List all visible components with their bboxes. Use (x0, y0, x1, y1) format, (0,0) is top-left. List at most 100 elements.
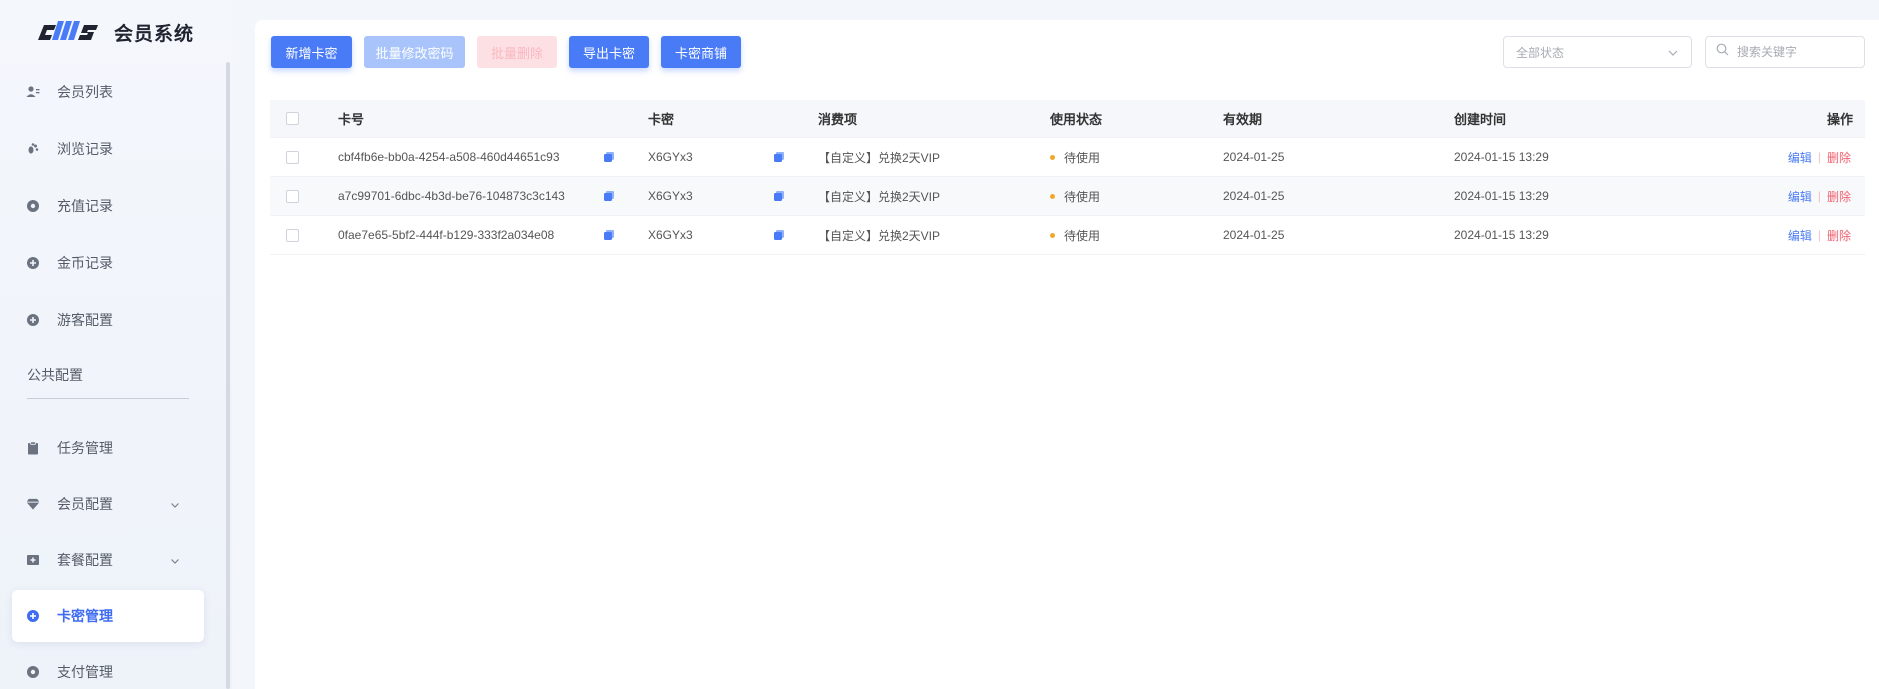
user-list-icon (26, 85, 40, 99)
column-header-expire[interactable]: 有效期 (1223, 100, 1262, 137)
copy-card-no-icon[interactable] (603, 177, 615, 215)
edit-link[interactable]: 编辑 (1788, 227, 1812, 244)
sidebar-item-coin-records[interactable]: 金币记录 (12, 237, 204, 289)
status-text: 待使用 (1064, 228, 1101, 243)
search-input[interactable] (1737, 45, 1857, 59)
copy-secret-icon[interactable] (773, 138, 785, 176)
sidebar-item-label: 金币记录 (57, 255, 113, 271)
status-dot (1050, 232, 1055, 238)
table-row[interactable]: a7c99701-6dbc-4b3d-be76-104873c3c143 X6GY… (270, 177, 1865, 216)
actions-cell: 编辑 | 删除 (1788, 177, 1851, 215)
diamond-icon (26, 497, 40, 511)
package-icon (26, 553, 40, 567)
search-icon (1716, 43, 1729, 61)
column-header-card-no[interactable]: 卡号 (338, 100, 364, 137)
cms-logo-icon (38, 21, 98, 40)
action-separator: | (1817, 189, 1821, 203)
sidebar-item-recharge-records[interactable]: 充值记录 (12, 180, 204, 232)
column-header-consume[interactable]: 消费项 (818, 100, 857, 137)
created-cell: 2024-01-15 13:29 (1454, 150, 1549, 164)
expire-cell: 2024-01-25 (1223, 150, 1285, 164)
copy-card-no-icon[interactable] (603, 138, 615, 176)
sidebar-item-card-management[interactable]: 卡密管理 (12, 590, 204, 642)
batch-delete-button[interactable]: 批量删除 (477, 36, 557, 68)
row-checkbox[interactable] (286, 150, 299, 164)
secret-cell: X6GYx3 (648, 189, 693, 203)
batch-edit-password-button[interactable]: 批量修改密码 (364, 36, 465, 68)
select-all-checkbox[interactable] (286, 112, 299, 125)
add-card-button[interactable]: 新增卡密 (271, 36, 352, 68)
status-select-value: 全部状态 (1516, 45, 1565, 60)
circle-dot-icon (26, 256, 40, 270)
delete-link[interactable]: 删除 (1827, 149, 1851, 166)
sidebar-item-label: 充值记录 (57, 198, 113, 214)
status-select[interactable]: 全部状态 (1503, 36, 1692, 68)
logo[interactable]: 会员系统 (34, 14, 194, 50)
sidebar-item-label: 游客配置 (57, 312, 113, 328)
actions-cell: 编辑 | 删除 (1788, 216, 1851, 254)
sidebar-item-label: 会员列表 (57, 84, 113, 100)
row-checkbox[interactable] (286, 189, 299, 203)
action-separator: | (1817, 228, 1821, 242)
sidebar-item-label: 套餐配置 (57, 552, 113, 568)
column-header-status[interactable]: 使用状态 (1050, 100, 1102, 137)
sidebar-item-member-config[interactable]: 会员配置 (12, 478, 204, 530)
expire-cell: 2024-01-25 (1223, 189, 1285, 203)
card-table: 卡号 卡密 消费项 使用状态 有效期 创建时间 操作 cbf4fb6e-bb0a… (270, 100, 1865, 255)
edit-link[interactable]: 编辑 (1788, 149, 1812, 166)
status-dot (1050, 154, 1055, 160)
section-divider (27, 398, 189, 399)
sidebar-item-guest-config[interactable]: 游客配置 (12, 294, 204, 346)
sidebar-item-package-config[interactable]: 套餐配置 (12, 534, 204, 586)
sidebar-item-task-management[interactable]: 任务管理 (12, 422, 204, 474)
sidebar-item-label: 会员配置 (57, 496, 113, 512)
card-no-cell: 0fae7e65-5bf2-444f-b129-333f2a034e08 (338, 228, 555, 242)
sidebar: 会员系统 会员列表 浏览记录 充值记录 金币记录 游客配置 公共配置 任务管理 … (0, 0, 232, 689)
copy-card-no-icon[interactable] (603, 216, 615, 254)
secret-cell: X6GYx3 (648, 150, 693, 164)
status-dot (1050, 193, 1055, 199)
sidebar-scrollbar[interactable] (226, 62, 230, 689)
sidebar-item-payment-management[interactable]: 支付管理 (12, 646, 204, 689)
status-cell: 待使用 (1050, 138, 1100, 176)
edit-link[interactable]: 编辑 (1788, 188, 1812, 205)
copy-secret-icon[interactable] (773, 177, 785, 215)
card-shop-button[interactable]: 卡密商铺 (661, 36, 741, 68)
column-header-secret[interactable]: 卡密 (648, 100, 674, 137)
delete-link[interactable]: 删除 (1827, 227, 1851, 244)
table-row[interactable]: 0fae7e65-5bf2-444f-b129-333f2a034e08 X6GY… (270, 216, 1865, 255)
column-header-actions: 操作 (1826, 112, 1853, 127)
sidebar-item-label: 卡密管理 (57, 608, 113, 624)
column-header-created[interactable]: 创建时间 (1454, 100, 1506, 137)
circle-dot-icon (26, 199, 40, 213)
circle-dot-icon (26, 313, 40, 327)
clipboard-icon (26, 441, 40, 455)
table-row[interactable]: cbf4fb6e-bb0a-4254-a508-460d44651c93 X6GY… (270, 138, 1865, 177)
row-checkbox[interactable] (286, 228, 299, 242)
circle-dot-icon (26, 665, 40, 679)
status-text: 待使用 (1064, 150, 1101, 165)
consume-cell: 【自定义】兑换2天VIP (818, 228, 941, 243)
sidebar-item-label: 任务管理 (57, 440, 113, 456)
delete-link[interactable]: 删除 (1827, 188, 1851, 205)
sidebar-item-label: 浏览记录 (57, 141, 113, 157)
export-card-button[interactable]: 导出卡密 (569, 36, 649, 68)
sidebar-item-member-list[interactable]: 会员列表 (12, 66, 204, 118)
actions-cell: 编辑 | 删除 (1788, 138, 1851, 176)
table-header-row: 卡号 卡密 消费项 使用状态 有效期 创建时间 操作 (270, 100, 1865, 138)
search-box[interactable] (1705, 36, 1865, 68)
copy-secret-icon[interactable] (773, 216, 785, 254)
status-cell: 待使用 (1050, 177, 1100, 215)
card-no-cell: a7c99701-6dbc-4b3d-be76-104873c3c143 (338, 189, 565, 203)
chevron-down-icon (1667, 47, 1679, 62)
chevron-down-icon[interactable] (170, 497, 180, 513)
consume-cell: 【自定义】兑换2天VIP (818, 189, 941, 204)
card-no-cell: cbf4fb6e-bb0a-4254-a508-460d44651c93 (338, 150, 560, 164)
chevron-down-icon[interactable] (170, 553, 180, 569)
app-title: 会员系统 (114, 23, 195, 45)
sidebar-item-browse-history[interactable]: 浏览记录 (12, 123, 204, 175)
status-cell: 待使用 (1050, 216, 1100, 254)
expire-cell: 2024-01-25 (1223, 228, 1285, 242)
created-cell: 2024-01-15 13:29 (1454, 189, 1549, 203)
created-cell: 2024-01-15 13:29 (1454, 228, 1549, 242)
